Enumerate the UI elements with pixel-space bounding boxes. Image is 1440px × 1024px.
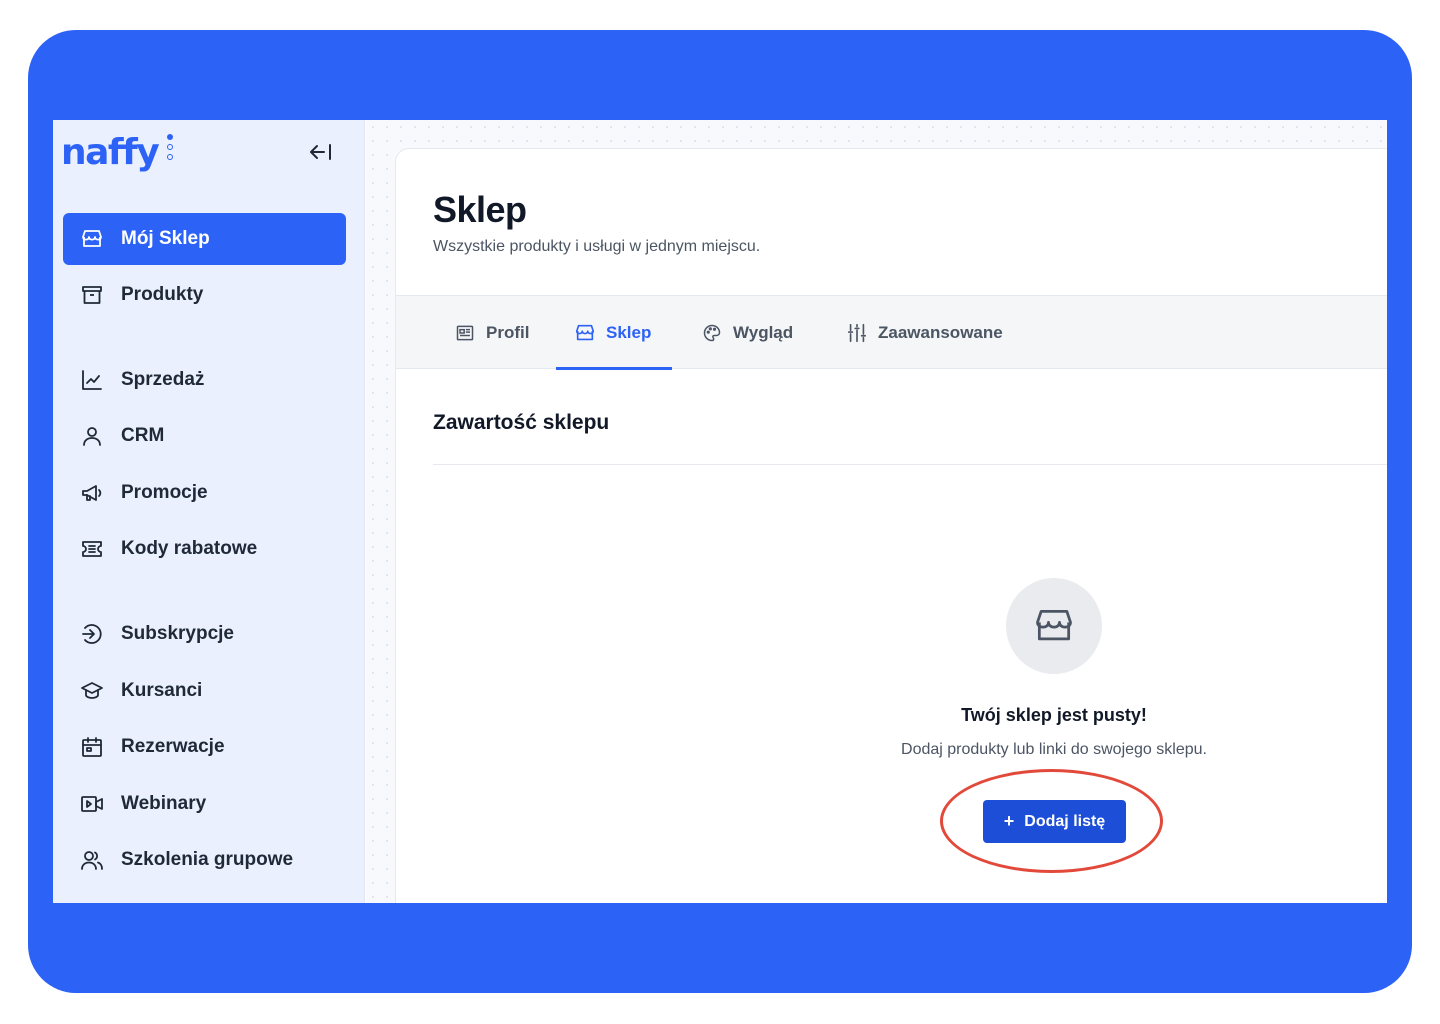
sidebar-item-promocje[interactable]: Promocje [63,467,346,519]
sidebar: naffy Mój Sklep Produkty Sprzedaż CRM Pr… [53,120,365,903]
logo: naffy [61,132,160,173]
sidebar-item-label: Rezerwacje [121,736,225,757]
sidebar-item-label: Produkty [121,284,204,305]
tab-wyglad[interactable]: Wygląd [701,296,793,369]
sidebar-item-label: Kody rabatowe [121,538,258,559]
page-subtitle: Wszystkie produkty i usługi w jednym mie… [433,238,761,255]
calendar-icon [79,734,105,760]
tab-label: Wygląd [733,322,794,342]
store-icon [1036,609,1072,641]
sidebar-item-label: Kursanci [121,680,203,701]
tab-zaawansowane[interactable]: Zaawansowane [846,296,1003,369]
tab-profil[interactable]: Profil [454,296,529,369]
users-icon [79,847,105,873]
palette-icon [701,322,723,344]
add-list-button[interactable]: + Dodaj listę [983,800,1126,843]
shop-card: Sklep Wszystkie produkty i usługi w jedn… [395,148,1387,903]
sidebar-item-kursanci[interactable]: Kursanci [63,665,346,717]
video-icon [79,791,105,817]
main-area: Sklep Wszystkie produkty i usługi w jedn… [366,120,1387,903]
tab-label: Profil [486,322,530,342]
subscription-icon [79,621,105,647]
tabs-bar: Profil Sklep Wygląd Zaawansowane [396,295,1387,370]
graduation-cap-icon [79,678,105,704]
sidebar-item-crm[interactable]: CRM [63,410,346,462]
user-icon [79,423,105,449]
app-window: naffy Mój Sklep Produkty Sprzedaż CRM Pr… [53,120,1387,903]
sliders-icon [846,322,868,344]
megaphone-icon [79,480,105,506]
tab-label: Sklep [606,322,652,342]
empty-state-illustration [1006,578,1102,674]
sidebar-item-label: Webinary [121,793,207,814]
section-divider [433,464,1387,465]
sidebar-item-webinary[interactable]: Webinary [63,778,346,830]
sidebar-item-subskrypcje[interactable]: Subskrypcje [63,608,346,660]
store-icon [79,226,105,252]
section-title: Zawartość sklepu [433,411,610,434]
sidebar-item-label: Sprzedaż [121,369,205,390]
sidebar-item-label: Subskrypcje [121,623,234,644]
sidebar-item-label: CRM [121,425,165,446]
sidebar-item-sprzedaz[interactable]: Sprzedaż [63,354,346,406]
sidebar-item-rezerwacje[interactable]: Rezerwacje [63,721,346,773]
box-icon [79,282,105,308]
sidebar-item-label: Promocje [121,482,208,503]
empty-state-description: Dodaj produkty lub linki do swojego skle… [901,741,1207,758]
tab-sklep[interactable]: Sklep [574,296,651,369]
logo-dots-icon [167,134,175,168]
sidebar-item-kody-rabatowe[interactable]: Kody rabatowe [63,523,346,575]
page-title: Sklep [433,189,527,230]
sidebar-item-moj-sklep[interactable]: Mój Sklep [63,213,346,265]
profile-card-icon [454,322,476,344]
active-tab-indicator [556,367,672,370]
arrow-left-bar-icon [310,144,331,160]
sidebar-item-label: Szkolenia grupowe [121,849,294,870]
ticket-icon [79,536,105,562]
add-list-button-label: Dodaj listę [1024,812,1106,830]
chart-line-icon [79,367,105,393]
sidebar-item-label: Mój Sklep [121,228,210,249]
sidebar-item-produkty[interactable]: Produkty [63,269,346,321]
collapse-sidebar-button[interactable] [308,140,334,164]
plus-icon: + [1003,811,1015,831]
sidebar-item-szkolenia-grupowe[interactable]: Szkolenia grupowe [63,834,346,886]
store-icon [574,322,596,344]
tab-label: Zaawansowane [878,322,1003,342]
empty-state-title: Twój sklep jest pusty! [961,705,1147,725]
